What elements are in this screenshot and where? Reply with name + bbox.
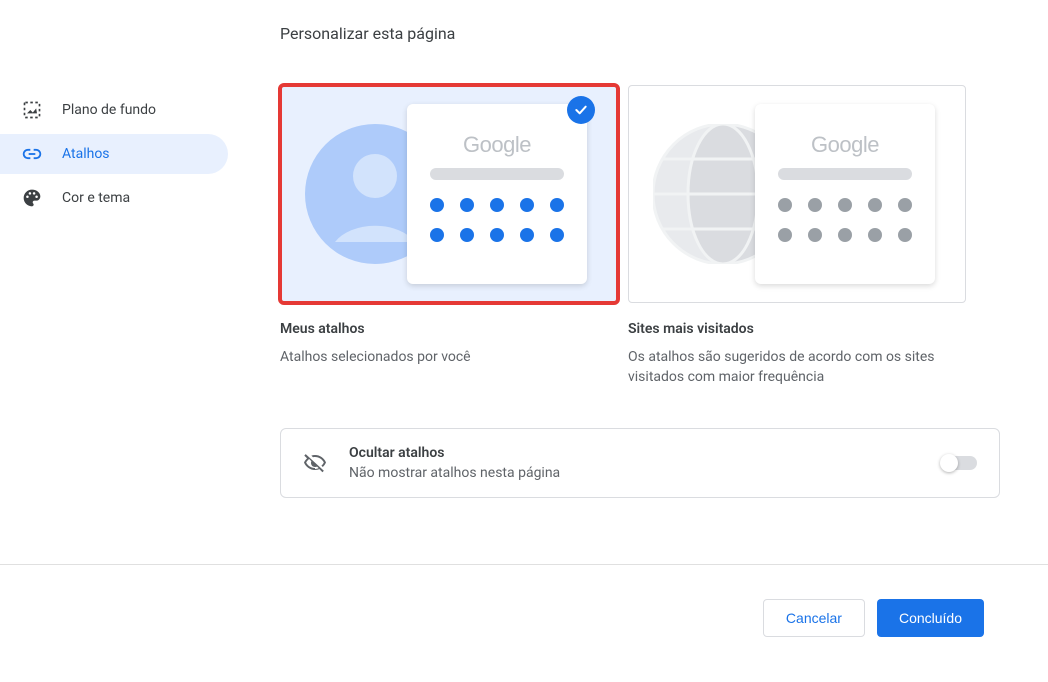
- sidebar-item-shortcuts[interactable]: Atalhos: [0, 134, 228, 174]
- option-card-my-shortcuts[interactable]: Google: [280, 85, 618, 303]
- toggle-knob: [940, 454, 958, 472]
- sidebar: Plano de fundo Atalhos Cor e tema: [0, 0, 232, 564]
- checkmark-icon: [567, 96, 595, 124]
- cancel-button[interactable]: Cancelar: [763, 599, 865, 637]
- option-title: Sites mais visitados: [628, 321, 966, 337]
- shortcut-dots: [430, 198, 564, 242]
- options-row: Google Meus atalhos Atalhos selecionados…: [280, 85, 1000, 388]
- preview-window: Google: [755, 104, 935, 284]
- footer: Cancelar Concluído: [0, 564, 1048, 682]
- search-bar-placeholder: [778, 168, 912, 180]
- hide-shortcuts-toggle[interactable]: [941, 456, 977, 470]
- shortcut-dots: [778, 198, 912, 242]
- hide-description: Não mostrar atalhos nesta página: [349, 465, 941, 481]
- sidebar-item-background[interactable]: Plano de fundo: [0, 90, 228, 130]
- option-description: Os atalhos são sugeridos de acordo com o…: [628, 347, 966, 388]
- search-bar-placeholder: [430, 168, 564, 180]
- sidebar-item-label: Atalhos: [62, 146, 110, 162]
- visibility-off-icon: [303, 451, 327, 475]
- preview-window: Google: [407, 104, 587, 284]
- page-title: Personalizar esta página: [280, 24, 1000, 43]
- done-button[interactable]: Concluído: [877, 599, 984, 637]
- option-description: Atalhos selecionados por você: [280, 347, 618, 367]
- option-most-visited: Google Sites mais visitados Os atalhos s…: [628, 85, 966, 388]
- link-icon: [22, 144, 42, 164]
- hide-shortcuts-section: Ocultar atalhos Não mostrar atalhos nest…: [280, 428, 1000, 498]
- option-title: Meus atalhos: [280, 321, 618, 337]
- sidebar-item-label: Cor e tema: [62, 190, 130, 206]
- google-logo: Google: [811, 132, 879, 158]
- palette-icon: [22, 188, 42, 208]
- option-my-shortcuts: Google Meus atalhos Atalhos selecionados…: [280, 85, 618, 388]
- google-logo: Google: [463, 132, 531, 158]
- sidebar-item-color[interactable]: Cor e tema: [0, 178, 228, 218]
- sidebar-item-label: Plano de fundo: [62, 102, 156, 118]
- hide-title: Ocultar atalhos: [349, 445, 941, 461]
- option-card-most-visited[interactable]: Google: [628, 85, 966, 303]
- main-content: Personalizar esta página: [232, 0, 1048, 564]
- background-icon: [22, 100, 42, 120]
